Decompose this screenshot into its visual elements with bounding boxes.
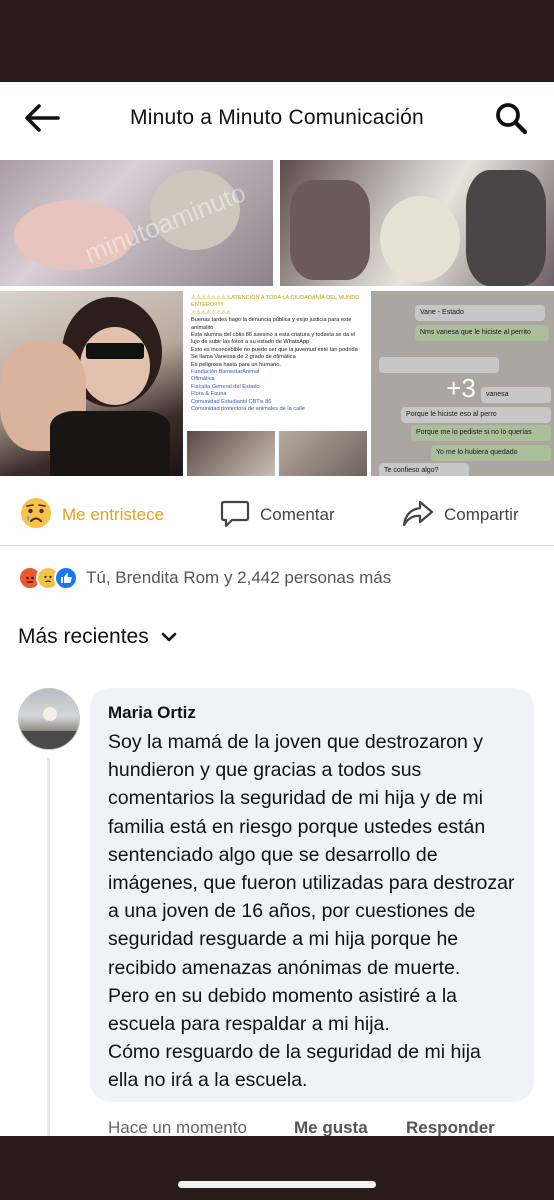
like-reaction-icon <box>54 566 78 590</box>
comment-meta: Hace un momento Me gusta Responder <box>108 1116 495 1136</box>
photo-denuncia-document[interactable]: ⚠⚠⚠⚠⚠⚠⚠⚠ATENCIÓN A TODA LA CIUDADANÍA DE… <box>187 291 367 476</box>
comment-button[interactable]: Comentar <box>220 496 335 534</box>
document-heading: ⚠⚠⚠⚠⚠⚠⚠⚠ATENCIÓN A TODA LA CIUDADANÍA DE… <box>191 295 360 309</box>
document-warn-row: ⚠⚠⚠⚠⚠⚠⚠⚠ <box>191 309 232 316</box>
photo-teddy-bear[interactable] <box>280 160 554 286</box>
photo-hand[interactable]: minutoaminuto <box>0 160 273 286</box>
react-label: Me entristece <box>62 505 165 524</box>
reactions-text: Tú, Brendita Rom y 2,442 personas más <box>86 568 392 587</box>
document-tag: Fundación BienestarAnimal <box>191 369 260 376</box>
react-button[interactable]: Me entristece <box>20 496 164 534</box>
document-tag: Ofimática <box>191 376 215 383</box>
comment-icon <box>220 498 250 533</box>
comment-time: Hace un momento <box>108 1118 247 1136</box>
photo-chat-screenshot[interactable]: Vane - Estado Nms vanesa que le hiciste … <box>371 291 554 476</box>
like-button[interactable]: Me gusta <box>294 1118 406 1136</box>
document-text: ⚠⚠⚠⚠⚠⚠⚠⚠ATENCIÓN A TODA LA CIUDADANÍA DE… <box>191 295 363 414</box>
document-tag: Flora & Fauna <box>191 391 227 398</box>
app-header: Minuto a Minuto Comunicación <box>0 82 554 158</box>
document-tag: Comunidad Estudiantil CBTis 86 <box>191 398 272 405</box>
post-actions: Me entristece Comentar Compartir <box>0 484 554 546</box>
back-button[interactable] <box>22 100 62 140</box>
share-button[interactable]: Compartir <box>402 496 519 534</box>
chevron-down-icon <box>161 631 177 643</box>
more-photos-count: +3 <box>446 373 476 403</box>
search-icon <box>494 101 528 140</box>
comment-bubble: Maria Ortiz Soy la mamá de la joven que … <box>90 688 534 1102</box>
reactions-summary[interactable]: Tú, Brendita Rom y 2,442 personas más <box>18 566 391 590</box>
document-tag: Comunidad protectora de animales de la c… <box>191 406 305 413</box>
document-photo <box>187 431 275 476</box>
photo-person-thumbs-up[interactable] <box>0 291 183 476</box>
arrow-left-icon <box>24 103 60 138</box>
photo-grid: minutoaminuto ⚠⚠⚠⚠⚠⚠⚠⚠ATENCIÓN A TODA LA… <box>0 160 554 476</box>
document-photo <box>279 431 367 476</box>
page-title: Minuto a Minuto Comunicación <box>130 106 424 129</box>
home-indicator[interactable] <box>178 1181 376 1188</box>
share-icon <box>402 498 434 533</box>
sad-face-icon <box>20 497 52 534</box>
document-line: Se llama Vanessa de 2 grado de ofimática <box>191 354 296 361</box>
comment-author[interactable]: Maria Ortiz <box>108 702 516 724</box>
document-line: Esta alumna del cbtis 86 asesino a esta … <box>191 332 356 346</box>
comment-sort-dropdown[interactable]: Más recientes <box>18 622 177 652</box>
status-bar-area <box>0 0 554 82</box>
document-tag: Fiscalía General del Estado <box>191 383 260 390</box>
document-line: Esto es inconcebible no puede ser que la… <box>191 346 358 353</box>
thread-line <box>47 758 50 1136</box>
reply-button[interactable]: Responder <box>406 1118 495 1136</box>
search-button[interactable] <box>490 100 532 140</box>
comment-label: Comentar <box>260 505 335 524</box>
avatar[interactable] <box>18 688 80 750</box>
sort-label: Más recientes <box>18 625 149 648</box>
post-screen: Minuto a Minuto Comunicación minutoaminu… <box>0 82 554 1136</box>
document-line: Buenas tardes hago la denuncia pública y… <box>191 317 352 331</box>
document-line: Es peligrosa hasta para un humano. <box>191 361 281 368</box>
comment-body: Soy la mamá de la joven que destrozaron … <box>108 731 515 1092</box>
navigation-bar-area <box>0 1136 554 1200</box>
share-label: Compartir <box>444 505 519 524</box>
